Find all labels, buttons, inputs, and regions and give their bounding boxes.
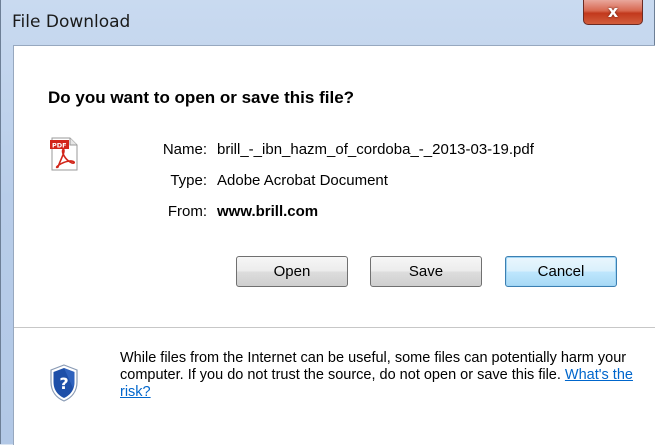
save-button[interactable]: Save: [370, 256, 482, 287]
from-label: From:: [167, 203, 207, 220]
open-button[interactable]: Open: [236, 256, 348, 287]
cancel-button[interactable]: Cancel: [505, 256, 617, 287]
file-type-value: Adobe Acrobat Document: [217, 172, 388, 189]
svg-text:?: ?: [59, 374, 68, 393]
title-bar[interactable]: File Download x: [1, 0, 654, 34]
file-download-window: File Download x Do you want to open or s…: [0, 0, 655, 445]
type-label: Type:: [170, 172, 207, 189]
file-source-value: www.brill.com: [217, 203, 319, 220]
name-label: Name:: [162, 141, 207, 158]
divider: [14, 327, 655, 328]
close-button[interactable]: x: [583, 0, 643, 25]
dialog-question: Do you want to open or save this file?: [48, 88, 355, 107]
warning-text: While files from the Internet can be use…: [120, 350, 627, 383]
close-icon: x: [607, 2, 619, 21]
pdf-file-icon: PDF: [50, 137, 78, 171]
window-title: File Download: [12, 12, 131, 32]
dialog-content: Do you want to open or save this file? P…: [13, 45, 655, 445]
file-name-value: brill_-_ibn_hazm_of_cordoba_-_2013-03-19…: [217, 141, 534, 158]
svg-text:PDF: PDF: [52, 142, 67, 150]
security-warning: While files from the Internet can be use…: [120, 350, 650, 401]
shield-help-icon: ?: [50, 364, 78, 402]
